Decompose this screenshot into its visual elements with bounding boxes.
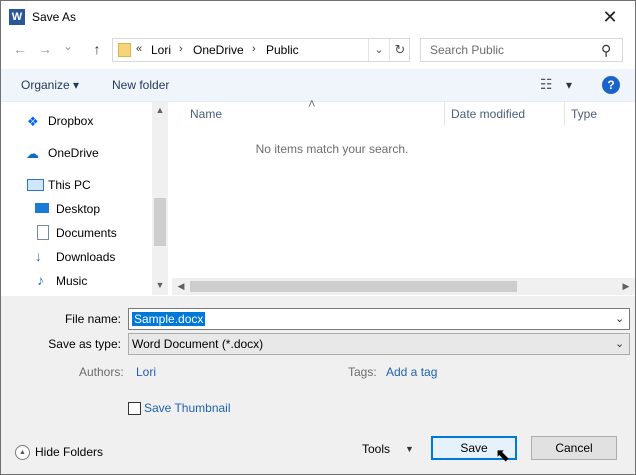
scroll-down-icon[interactable]: ▼ [152,280,168,290]
save-as-type-select[interactable]: Word Document (*.docx) ⌄ [128,333,630,355]
search-icon[interactable]: ⚲ [601,42,611,59]
scroll-right-icon[interactable]: ▶ [618,281,634,292]
search-box[interactable]: Search Public ⚲ [420,38,623,62]
computer-icon [27,179,44,191]
save-as-type-label: Save as type: [48,337,121,351]
window-title: Save As [32,10,77,24]
sidebar-item-onedrive[interactable]: OneDrive [48,146,99,160]
view-options-icon[interactable]: ☷ [540,76,553,93]
column-header-name[interactable]: Name [190,107,222,121]
chevron-down-icon[interactable]: ⌄ [615,337,624,350]
forward-arrow-icon[interactable]: → [36,41,54,57]
save-thumbnail-checkbox[interactable] [128,402,141,415]
desktop-icon [35,203,49,213]
save-options-panel: File name: Sample.docx ⌄ Save as type: W… [1,296,635,474]
cancel-button[interactable]: Cancel [531,436,617,460]
chevron-down-icon[interactable]: ⌄ [615,312,624,325]
file-list: ˄ Name Date modified Type No items match… [172,96,635,295]
column-header-type[interactable]: Type [571,107,597,121]
breadcrumb-lori[interactable]: Lori [151,43,171,57]
tags-label: Tags: [348,365,377,379]
music-icon: ♪ [37,272,44,288]
hide-folders-button[interactable]: Hide Folders [35,445,103,459]
sidebar-scrollbar[interactable]: ▲ ▼ [152,102,168,295]
chevron-right-icon[interactable]: › [179,43,183,55]
title-bar[interactable]: W Save As ✕ [1,1,635,33]
save-as-type-value: Word Document (*.docx) [132,337,264,351]
chevron-down-icon[interactable]: ⌄ [368,39,389,61]
add-tag-field[interactable]: Add a tag [386,365,437,379]
authors-label: Authors: [79,365,124,379]
organize-button[interactable]: Organize ▾ [21,78,79,92]
help-icon[interactable]: ? [602,76,620,94]
sidebar-item-downloads[interactable]: Downloads [56,250,115,264]
breadcrumb-onedrive[interactable]: OneDrive [193,43,244,57]
scroll-up-icon[interactable]: ▲ [152,105,168,115]
hide-folders-icon[interactable]: ▲ [15,445,30,460]
file-name-selected-text: Sample.docx [132,312,206,326]
horizontal-scroll-thumb[interactable] [190,281,517,292]
sidebar-item-music[interactable]: Music [56,274,87,288]
chevron-right-icon[interactable]: › [252,43,256,55]
breadcrumb-overflow[interactable]: « [136,43,142,55]
new-folder-button[interactable]: New folder [112,78,169,92]
recent-locations-chevron-icon[interactable]: ⌄ [59,39,77,53]
view-dropdown-icon[interactable]: ▾ [566,78,572,92]
search-input[interactable]: Search Public [430,43,504,57]
column-divider[interactable] [444,102,445,126]
scroll-left-icon[interactable]: ◀ [173,281,189,292]
up-arrow-icon[interactable]: ↑ [88,41,106,57]
navigation-pane: ❖ Dropbox ☁ OneDrive This PC Desktop Doc… [1,102,168,295]
save-as-dialog: W Save As ✕ ← → ⌄ ↑ « Lori › OneDrive › … [0,0,636,475]
tools-dropdown-icon[interactable]: ▼ [405,444,414,454]
file-name-label: File name: [64,312,121,326]
authors-value[interactable]: Lori [136,365,156,379]
address-bar[interactable]: « Lori › OneDrive › Public ⌄ ↻ [112,38,410,62]
dropbox-icon: ❖ [27,114,39,129]
file-name-field[interactable]: Sample.docx ⌄ [128,308,630,330]
sidebar-item-desktop[interactable]: Desktop [56,202,100,216]
sidebar-item-dropbox[interactable]: Dropbox [48,114,93,128]
sidebar-item-this-pc[interactable]: This PC [48,178,91,192]
column-divider[interactable] [564,102,565,126]
sort-ascending-icon: ˄ [308,96,316,111]
word-app-icon: W [9,9,25,25]
sidebar-scroll-thumb[interactable] [154,198,166,246]
cloud-icon: ☁ [26,146,39,161]
horizontal-scrollbar[interactable]: ◀ ▶ [172,278,635,295]
breadcrumb-public[interactable]: Public [266,43,299,57]
mouse-cursor-icon: ⬉ [495,445,511,465]
refresh-icon[interactable]: ↻ [389,39,410,61]
empty-message: No items match your search. [255,142,409,156]
tools-button[interactable]: Tools [362,442,390,456]
back-arrow-icon[interactable]: ← [11,41,29,57]
document-icon [37,225,49,240]
column-header-date-modified[interactable]: Date modified [451,107,525,121]
folder-icon [118,43,131,57]
download-icon: ↓ [35,248,42,264]
file-name-value: Sample.docx [132,312,206,326]
command-bar: Organize ▾ New folder ☷ ▾ ? [1,69,635,102]
sidebar-item-documents[interactable]: Documents [56,226,117,240]
close-icon[interactable]: ✕ [593,4,627,30]
save-thumbnail-label[interactable]: Save Thumbnail [144,401,231,415]
